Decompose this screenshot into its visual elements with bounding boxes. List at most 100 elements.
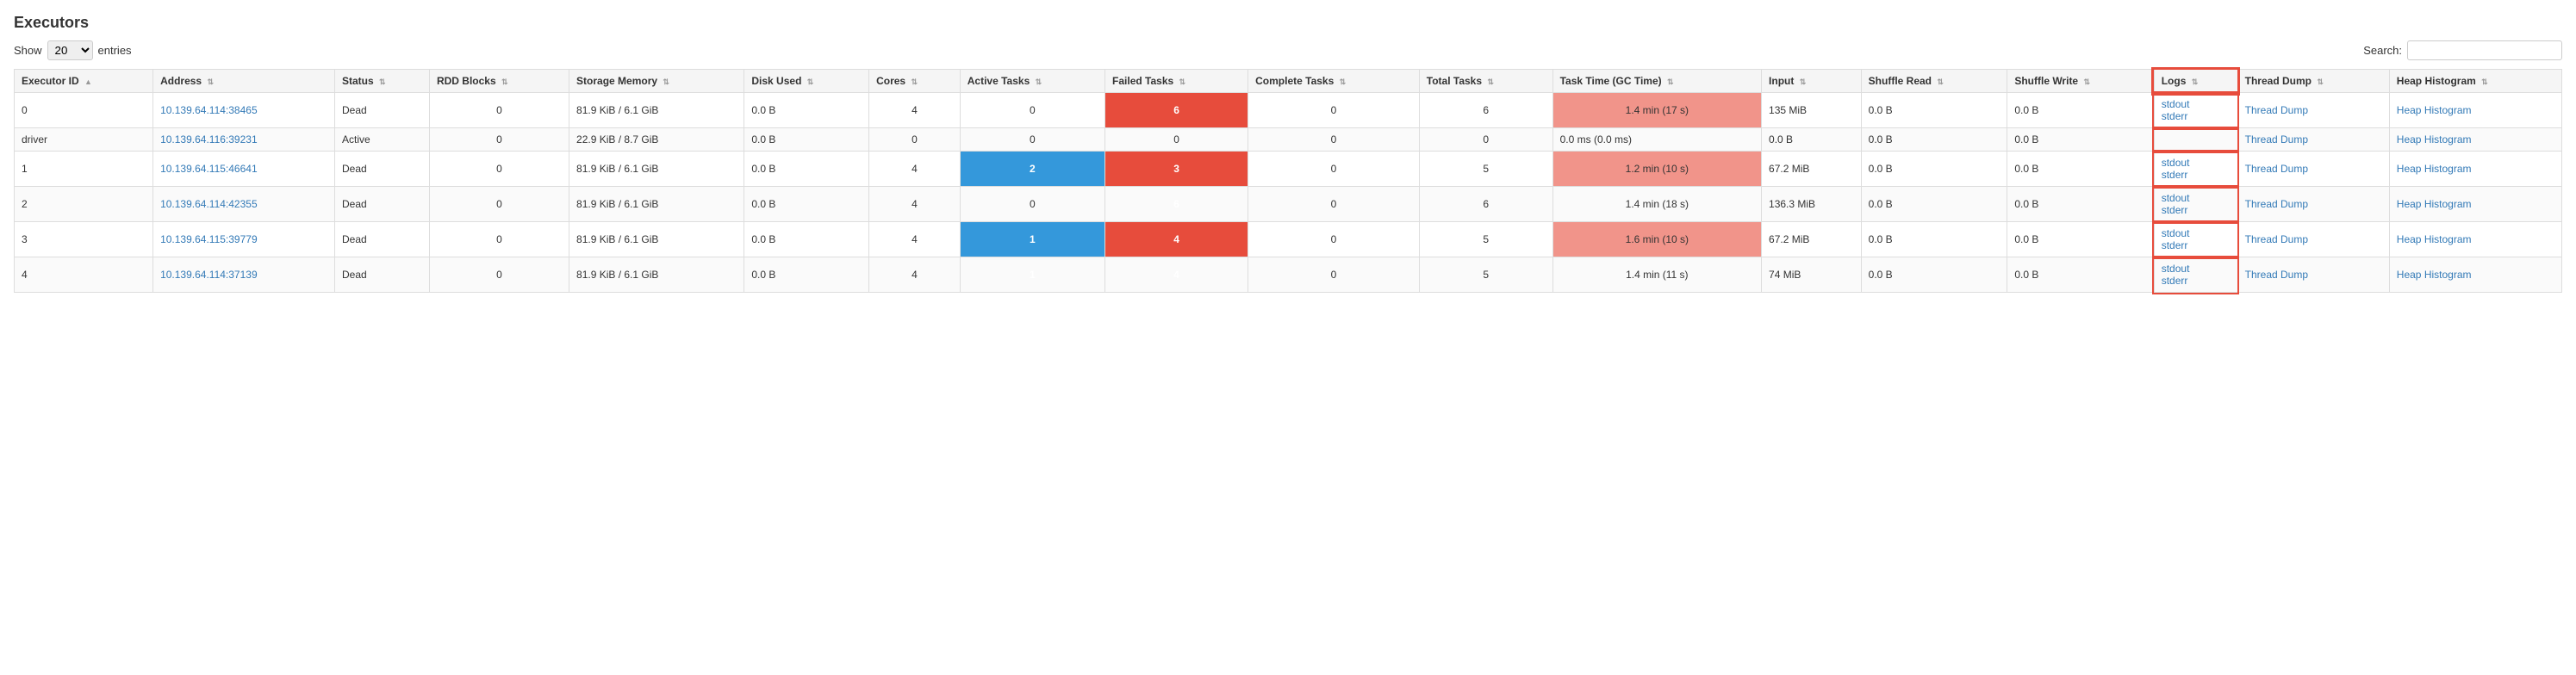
col-task-time[interactable]: Task Time (GC Time) ⇅ — [1552, 70, 1761, 93]
cell-shuffle-read: 0.0 B — [1861, 257, 2007, 293]
log-stdout-link[interactable]: stdout — [2162, 157, 2190, 169]
table-row: 010.139.64.114:38465Dead081.9 KiB / 6.1 … — [15, 93, 2562, 128]
cell-total-tasks: 6 — [1419, 187, 1552, 222]
executors-table: Executor ID ▲ Address ⇅ Status ⇅ RDD Blo… — [14, 69, 2562, 293]
thread-dump-link[interactable]: Thread Dump — [2245, 133, 2308, 146]
heap-histogram-link[interactable]: Heap Histogram — [2397, 163, 2472, 175]
cell-storage-memory: 81.9 KiB / 6.1 GiB — [569, 152, 744, 187]
sort-arrow-address: ⇅ — [207, 77, 214, 86]
thread-dump-link[interactable]: Thread Dump — [2245, 163, 2308, 175]
entries-label: entries — [98, 44, 132, 57]
cell-disk-used: 0.0 B — [744, 152, 869, 187]
cell-total-tasks: 5 — [1419, 222, 1552, 257]
col-storage-memory[interactable]: Storage Memory ⇅ — [569, 70, 744, 93]
col-complete-tasks[interactable]: Complete Tasks ⇅ — [1248, 70, 1420, 93]
search-label: Search: — [2363, 44, 2402, 57]
col-total-tasks[interactable]: Total Tasks ⇅ — [1419, 70, 1552, 93]
cell-logs: stdoutstderr — [2154, 222, 2237, 257]
cell-heap-histogram: Heap Histogram — [2389, 93, 2561, 128]
log-stdout-link[interactable]: stdout — [2162, 263, 2190, 275]
cell-disk-used: 0.0 B — [744, 93, 869, 128]
cell-address[interactable]: 10.139.64.115:46641 — [153, 152, 335, 187]
cell-complete-tasks: 0 — [1248, 187, 1420, 222]
table-row: 210.139.64.114:42355Dead081.9 KiB / 6.1 … — [15, 187, 2562, 222]
col-thread-dump[interactable]: Thread Dump ⇅ — [2237, 70, 2389, 93]
cell-thread-dump: Thread Dump — [2237, 152, 2389, 187]
cell-cores: 4 — [869, 152, 961, 187]
cell-status: Dead — [334, 93, 429, 128]
sort-arrow-input: ⇅ — [1800, 77, 1807, 86]
cell-thread-dump: Thread Dump — [2237, 93, 2389, 128]
entries-select[interactable]: 102050100 — [47, 40, 93, 60]
col-shuffle-read[interactable]: Shuffle Read ⇅ — [1861, 70, 2007, 93]
cell-address[interactable]: 10.139.64.115:39779 — [153, 222, 335, 257]
col-heap-histogram[interactable]: Heap Histogram ⇅ — [2389, 70, 2561, 93]
cell-input: 67.2 MiB — [1762, 152, 1862, 187]
log-stdout-link[interactable]: stdout — [2162, 98, 2190, 110]
heap-histogram-link[interactable]: Heap Histogram — [2397, 233, 2472, 245]
sort-arrow-thread: ⇅ — [2317, 77, 2324, 86]
cell-rdd-blocks: 0 — [429, 257, 569, 293]
cell-thread-dump: Thread Dump — [2237, 222, 2389, 257]
sort-arrow-logs: ⇅ — [2192, 77, 2199, 86]
sort-arrow-active: ⇅ — [1036, 77, 1042, 86]
cell-cores: 4 — [869, 93, 961, 128]
sort-arrow-rdd: ⇅ — [501, 77, 508, 86]
log-stderr-link[interactable]: stderr — [2162, 110, 2188, 122]
cell-logs: stdoutstderr — [2154, 187, 2237, 222]
cell-address[interactable]: 10.139.64.114:37139 — [153, 257, 335, 293]
col-input[interactable]: Input ⇅ — [1762, 70, 1862, 93]
col-rdd-blocks[interactable]: RDD Blocks ⇅ — [429, 70, 569, 93]
cell-address[interactable]: 10.139.64.114:38465 — [153, 93, 335, 128]
col-failed-tasks[interactable]: Failed Tasks ⇅ — [1105, 70, 1248, 93]
log-stderr-link[interactable]: stderr — [2162, 275, 2188, 287]
cell-cores: 4 — [869, 187, 961, 222]
thread-dump-link[interactable]: Thread Dump — [2245, 198, 2308, 210]
page-title: Executors — [14, 14, 2562, 32]
col-address[interactable]: Address ⇅ — [153, 70, 335, 93]
sort-arrow-executor-id: ▲ — [84, 77, 92, 86]
cell-heap-histogram: Heap Histogram — [2389, 152, 2561, 187]
log-stderr-link[interactable]: stderr — [2162, 204, 2188, 216]
cell-input: 74 MiB — [1762, 257, 1862, 293]
col-cores[interactable]: Cores ⇅ — [869, 70, 961, 93]
col-executor-id[interactable]: Executor ID ▲ — [15, 70, 153, 93]
cell-complete-tasks: 0 — [1248, 93, 1420, 128]
search-input[interactable] — [2407, 40, 2562, 60]
thread-dump-link[interactable]: Thread Dump — [2245, 233, 2308, 245]
cell-task-time: 1.4 min (11 s) — [1552, 257, 1761, 293]
col-shuffle-write[interactable]: Shuffle Write ⇅ — [2007, 70, 2154, 93]
heap-histogram-link[interactable]: Heap Histogram — [2397, 133, 2472, 146]
cell-total-tasks: 6 — [1419, 93, 1552, 128]
col-disk-used[interactable]: Disk Used ⇅ — [744, 70, 869, 93]
heap-histogram-link[interactable]: Heap Histogram — [2397, 104, 2472, 116]
cell-task-time: 0.0 ms (0.0 ms) — [1552, 128, 1761, 152]
cell-total-tasks: 5 — [1419, 257, 1552, 293]
cell-complete-tasks: 0 — [1248, 128, 1420, 152]
log-stdout-link[interactable]: stdout — [2162, 192, 2190, 204]
cell-active-tasks: 1 — [960, 222, 1104, 257]
sort-arrow-complete: ⇅ — [1340, 77, 1347, 86]
cell-input: 135 MiB — [1762, 93, 1862, 128]
cell-storage-memory: 81.9 KiB / 6.1 GiB — [569, 257, 744, 293]
cell-complete-tasks: 0 — [1248, 257, 1420, 293]
thread-dump-link[interactable]: Thread Dump — [2245, 104, 2308, 116]
col-active-tasks[interactable]: Active Tasks ⇅ — [960, 70, 1104, 93]
cell-address[interactable]: 10.139.64.114:42355 — [153, 187, 335, 222]
cell-failed-tasks: 6 — [1105, 93, 1248, 128]
cell-status: Dead — [334, 222, 429, 257]
log-stderr-link[interactable]: stderr — [2162, 169, 2188, 181]
cell-address[interactable]: 10.139.64.116:39231 — [153, 128, 335, 152]
col-logs[interactable]: Logs ⇅ — [2154, 70, 2237, 93]
log-stderr-link[interactable]: stderr — [2162, 239, 2188, 251]
heap-histogram-link[interactable]: Heap Histogram — [2397, 198, 2472, 210]
log-stdout-link[interactable]: stdout — [2162, 227, 2190, 239]
sort-arrow-cores: ⇅ — [911, 77, 918, 86]
thread-dump-link[interactable]: Thread Dump — [2245, 269, 2308, 281]
heap-histogram-link[interactable]: Heap Histogram — [2397, 269, 2472, 281]
cell-status: Dead — [334, 257, 429, 293]
cell-rdd-blocks: 0 — [429, 152, 569, 187]
col-status[interactable]: Status ⇅ — [334, 70, 429, 93]
table-row: 410.139.64.114:37139Dead081.9 KiB / 6.1 … — [15, 257, 2562, 293]
sort-arrow-total: ⇅ — [1487, 77, 1494, 86]
